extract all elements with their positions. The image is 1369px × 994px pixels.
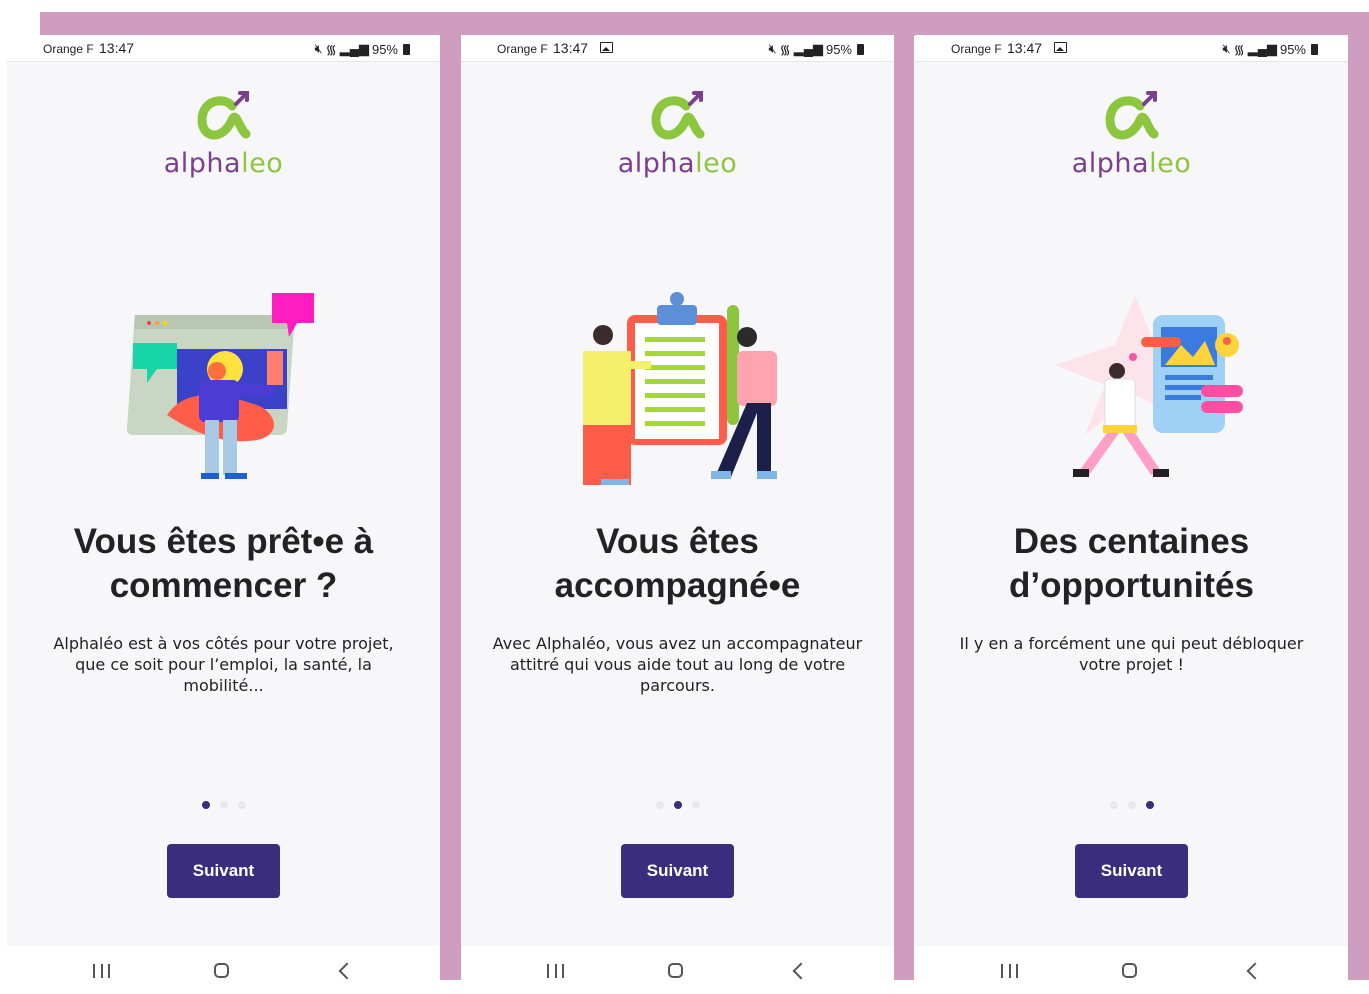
- home-icon[interactable]: [668, 963, 683, 978]
- next-button[interactable]: Suivant: [167, 844, 280, 898]
- onboarding-title: Vous êtes prêt•e à commencer ?: [73, 522, 374, 605]
- onboarding-screen-1: Orange F 13:47 🔇︎ ᯾ ▂▄▆ 95% alphaleo Vou…: [7, 35, 440, 994]
- recent-apps-icon[interactable]: [93, 964, 110, 978]
- system-icons: 🔇︎ ᯾ ▂▄▆ 95%: [314, 40, 410, 58]
- back-icon[interactable]: [338, 962, 356, 980]
- onboarding-description: Il y en a forcément une qui peut débloqu…: [959, 634, 1304, 674]
- page-dot-1: [201, 801, 210, 809]
- next-button[interactable]: Suivant: [1075, 844, 1188, 898]
- two-people-clipboard-illustration: [583, 292, 777, 485]
- onboarding-description: Alphaléo est à vos côtés pour votre proj…: [53, 634, 394, 695]
- page-dot-2: [1127, 801, 1136, 809]
- background-band-top: [40, 12, 1369, 36]
- gallery-notification-icon: [600, 42, 613, 53]
- back-icon[interactable]: [1246, 962, 1264, 980]
- status-bar: Orange F 13:47 🔇︎ ᯾ ▂▄▆ 95%: [915, 35, 1348, 62]
- page-dot-3: [691, 801, 700, 809]
- background-band-right: [1348, 12, 1369, 980]
- android-nav-bar: [915, 946, 1348, 994]
- alphaleo-logo: alphaleo: [461, 90, 894, 179]
- android-nav-bar: [461, 946, 894, 994]
- battery-icon: [1311, 43, 1318, 55]
- back-icon[interactable]: [792, 962, 810, 980]
- onboarding-description: Avec Alphaléo, vous avez un accompagnate…: [492, 634, 863, 695]
- mute-icon: 🔇︎: [314, 41, 323, 56]
- gallery-notification-icon: [1054, 42, 1067, 53]
- person-walking-to-phone-illustration: [1055, 295, 1243, 477]
- carrier-label: Orange F: [951, 42, 1002, 56]
- status-bar: Orange F 13:47 🔇︎ ᯾ ▂▄▆ 95%: [461, 35, 894, 62]
- page-dot-3: [237, 801, 246, 809]
- alphaleo-logo: alphaleo: [915, 90, 1348, 179]
- wifi-icon: ᯾: [1233, 42, 1245, 57]
- battery-level: 95%: [371, 41, 398, 57]
- onboarding-title: Des centaines d’opportunités: [1009, 522, 1254, 605]
- android-nav-bar: [7, 946, 440, 994]
- person-presenting-screen-illustration: [126, 293, 314, 479]
- onboarding-screen-2: Orange F 13:47 🔇︎ ᯾ ▂▄▆ 95% alphaleo Vou…: [461, 35, 894, 994]
- alpha-logo-icon: [196, 91, 250, 140]
- wifi-icon: ᯾: [325, 42, 337, 57]
- battery-icon: [403, 43, 410, 55]
- status-time: 13:47: [1007, 40, 1043, 56]
- page-indicator: [7, 801, 440, 809]
- signal-icon: ▂▄▆: [1247, 41, 1277, 56]
- status-time: 13:47: [99, 40, 135, 56]
- page-dot-3: [1145, 801, 1154, 809]
- alphaleo-wordmark: alphaleo: [1071, 148, 1192, 179]
- onboarding-screen-3: Orange F 13:47 🔇︎ ᯾ ▂▄▆ 95% alphaleo Des…: [915, 35, 1348, 994]
- signal-icon: ▂▄▆: [793, 41, 823, 56]
- alphaleo-wordmark: alphaleo: [163, 148, 284, 179]
- background-band-gap-2: [894, 12, 914, 980]
- wifi-icon: ᯾: [779, 42, 791, 57]
- page-dot-1: [1109, 801, 1118, 809]
- next-button[interactable]: Suivant: [621, 844, 734, 898]
- mute-icon: 🔇︎: [1222, 41, 1231, 56]
- alphaleo-wordmark: alphaleo: [617, 148, 738, 179]
- home-icon[interactable]: [214, 963, 229, 978]
- page-indicator: [915, 801, 1348, 809]
- background-band-gap-1: [440, 12, 461, 980]
- onboarding-title: Vous êtes accompagné•e: [554, 522, 801, 605]
- system-icons: 🔇︎ ᯾ ▂▄▆ 95%: [1222, 40, 1318, 58]
- page-indicator: [461, 801, 894, 809]
- recent-apps-icon[interactable]: [547, 964, 564, 978]
- signal-icon: ▂▄▆: [339, 41, 369, 56]
- system-icons: 🔇︎ ᯾ ▂▄▆ 95%: [768, 40, 864, 58]
- carrier-label: Orange F: [497, 42, 548, 56]
- battery-level: 95%: [1279, 41, 1306, 57]
- status-bar: Orange F 13:47 🔇︎ ᯾ ▂▄▆ 95%: [7, 35, 440, 62]
- battery-icon: [857, 43, 864, 55]
- recent-apps-icon[interactable]: [1001, 964, 1018, 978]
- page-dot-2: [673, 801, 682, 809]
- battery-level: 95%: [825, 41, 852, 57]
- home-icon[interactable]: [1122, 963, 1137, 978]
- page-dot-2: [219, 801, 228, 809]
- alphaleo-logo: alphaleo: [7, 90, 440, 179]
- mute-icon: 🔇︎: [768, 41, 777, 56]
- alpha-logo-icon: [1104, 91, 1158, 140]
- alpha-logo-icon: [650, 91, 704, 140]
- status-time: 13:47: [553, 40, 589, 56]
- carrier-label: Orange F: [43, 42, 94, 56]
- page-dot-1: [655, 801, 664, 809]
